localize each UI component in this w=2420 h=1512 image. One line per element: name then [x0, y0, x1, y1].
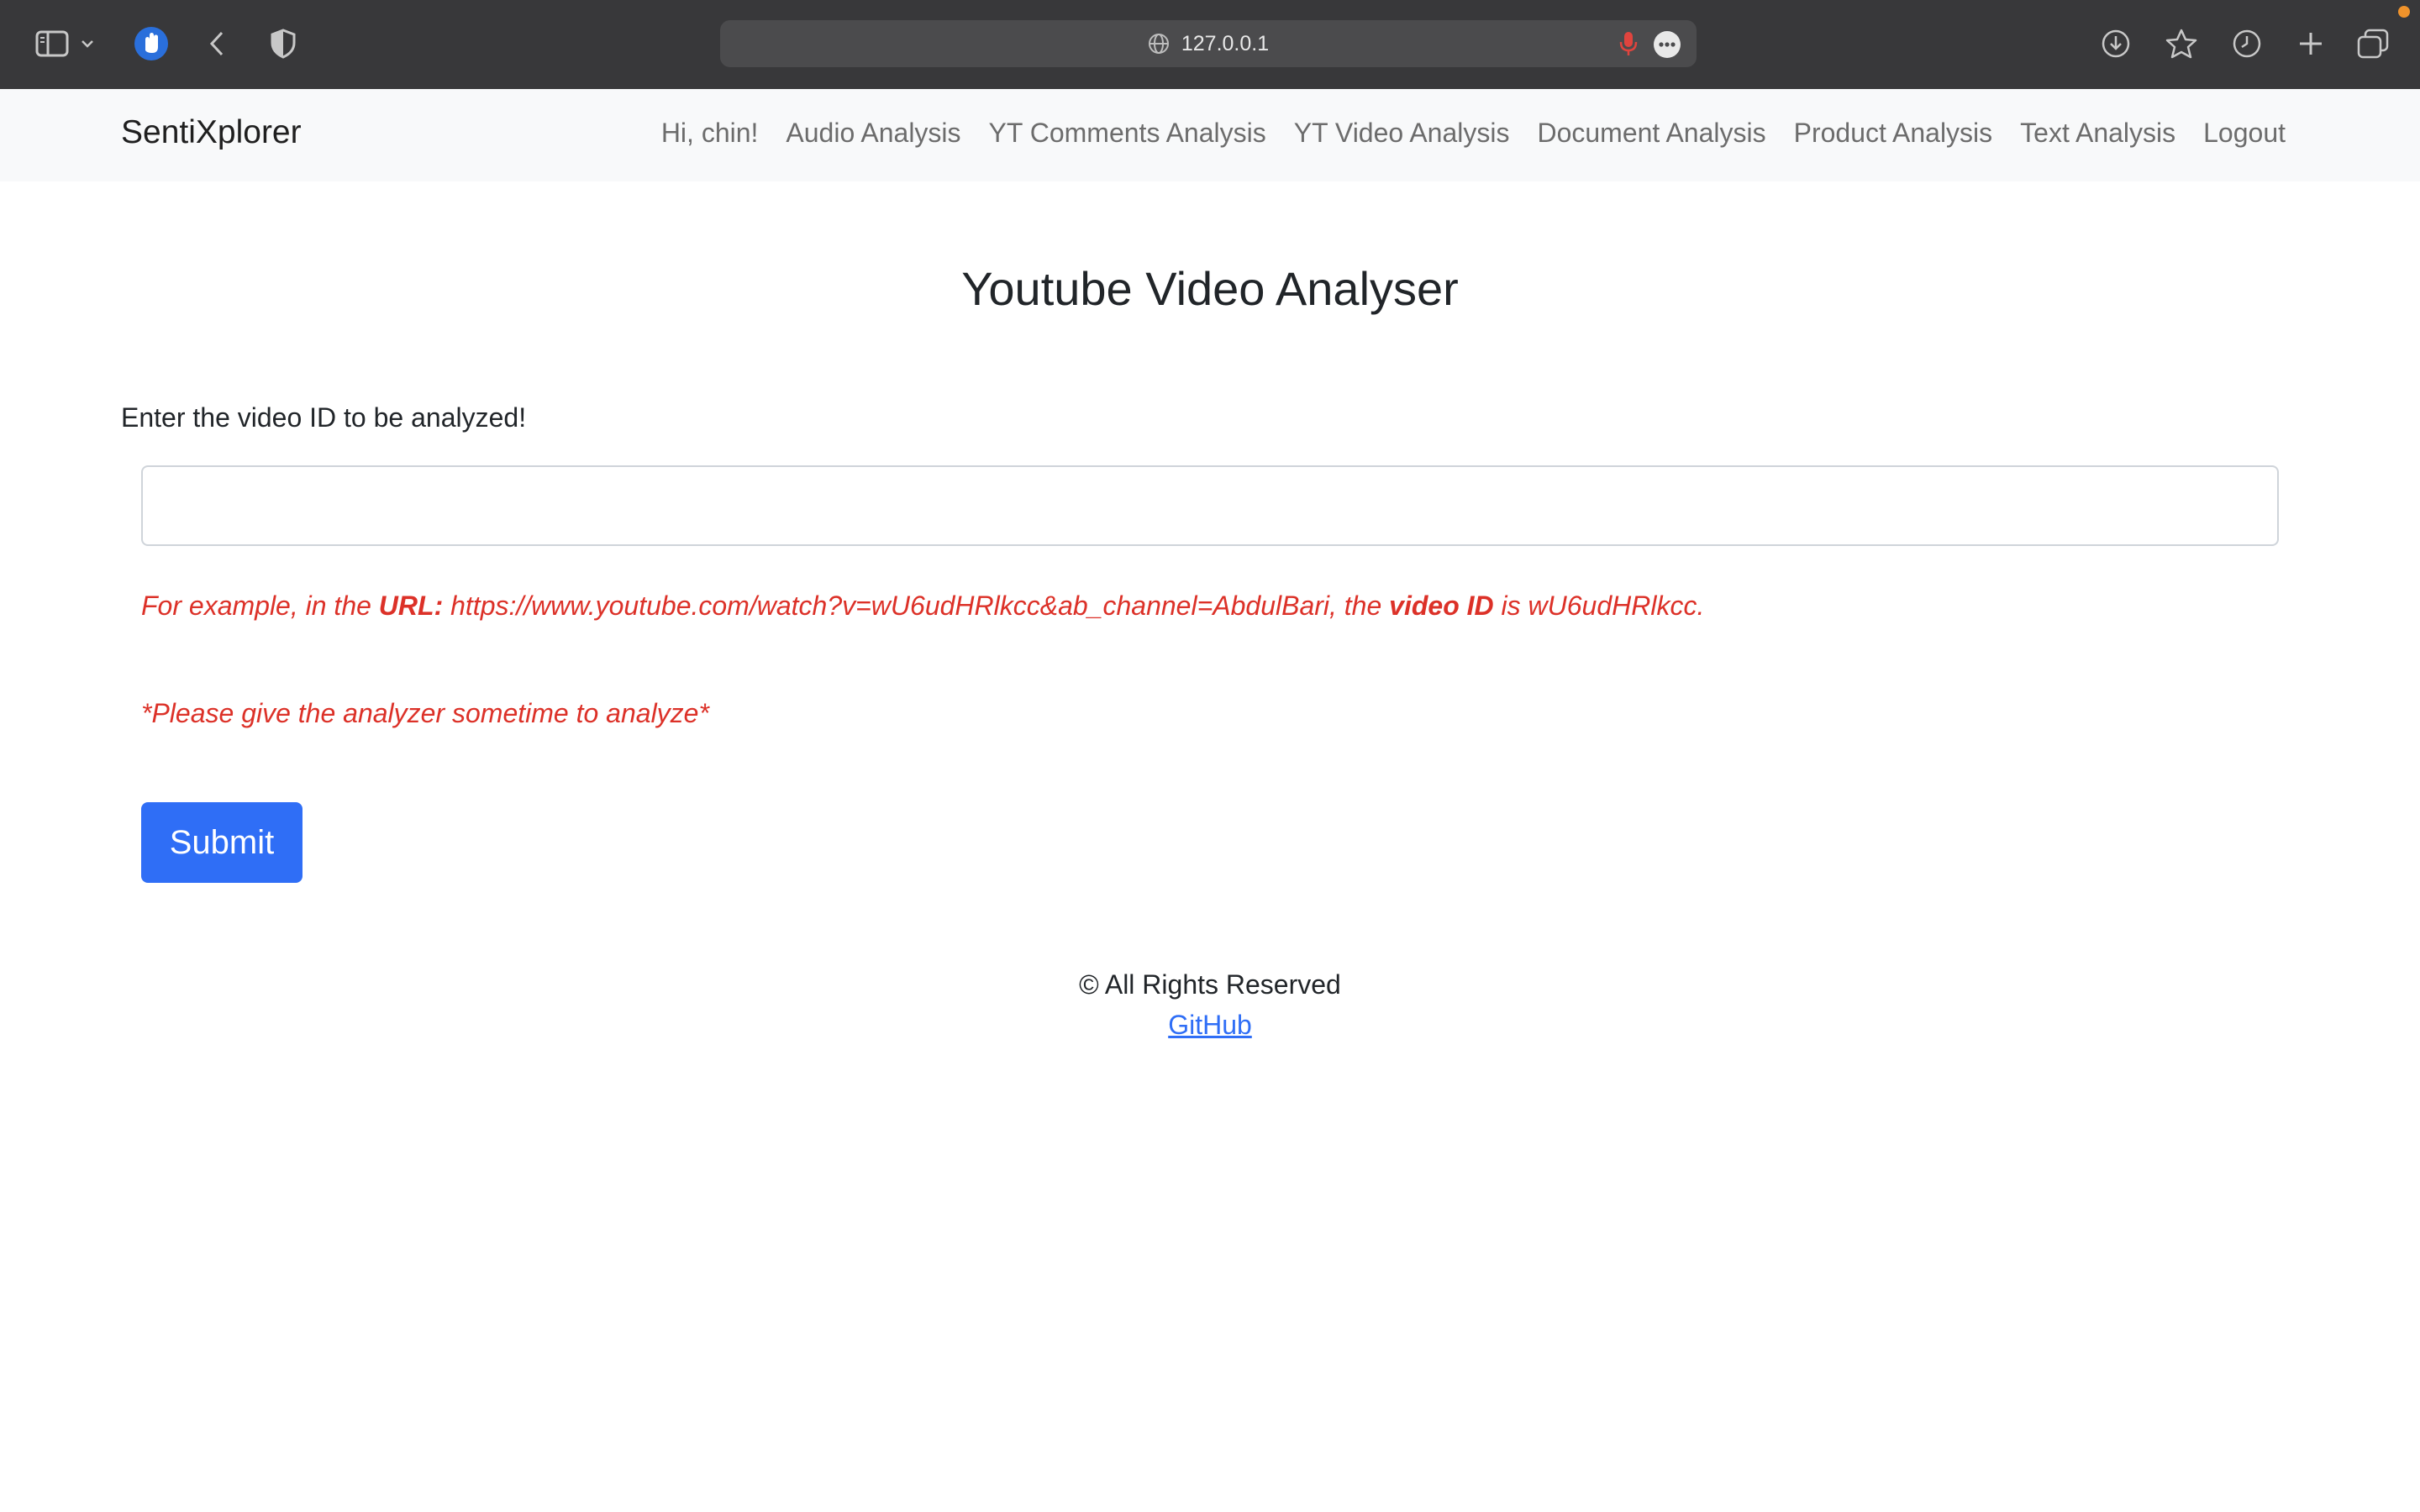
nav-audio-analysis[interactable]: Audio Analysis: [786, 117, 960, 149]
example-id-text: is wU6udHRlkcc.: [1493, 591, 1705, 621]
site-navbar: SentiXplorer Hi, chin! Audio Analysis YT…: [0, 89, 2420, 181]
video-id-label: Enter the video ID to be analyzed!: [121, 402, 527, 433]
new-tab-plus-icon[interactable]: [2284, 17, 2338, 71]
brand-logo[interactable]: SentiXplorer: [121, 113, 302, 153]
history-clock-icon[interactable]: [2220, 17, 2274, 71]
back-arrow-icon[interactable]: [190, 17, 244, 71]
download-icon[interactable]: [2089, 17, 2143, 71]
extension-hand-icon[interactable]: [124, 17, 178, 71]
example-url: https://www.youtube.com/watch?v=wU6udHRl…: [443, 591, 1390, 621]
page-title: Youtube Video Analyser: [961, 262, 1459, 315]
chevron-down-icon[interactable]: [71, 17, 104, 71]
example-url-label: URL:: [378, 591, 444, 621]
address-bar[interactable]: 127.0.0.1: [720, 20, 1697, 67]
notification-dot: [2398, 6, 2410, 18]
nav-logout[interactable]: Logout: [2203, 117, 2286, 149]
star-icon[interactable]: [2154, 17, 2208, 71]
nav-document-analysis[interactable]: Document Analysis: [1537, 117, 1765, 149]
url-text: 127.0.0.1: [1181, 31, 1270, 55]
wait-note: *Please give the analyzer sometime to an…: [141, 698, 709, 728]
nav-yt-comments-analysis[interactable]: YT Comments Analysis: [989, 117, 1266, 149]
submit-button[interactable]: Submit: [141, 802, 302, 883]
example-id-label: video ID: [1389, 591, 1494, 621]
nav-product-analysis[interactable]: Product Analysis: [1794, 117, 1993, 149]
nav-links: Hi, chin! Audio Analysis YT Comments Ana…: [661, 117, 2286, 149]
browser-toolbar: 127.0.0.1: [0, 0, 2420, 89]
microphone-icon[interactable]: [1619, 30, 1638, 61]
nav-text-analysis[interactable]: Text Analysis: [2020, 117, 2175, 149]
github-link[interactable]: GitHub: [1168, 1010, 1252, 1040]
video-id-input[interactable]: [141, 465, 2279, 546]
tab-overview-icon[interactable]: [2346, 17, 2400, 71]
nav-yt-video-analysis[interactable]: YT Video Analysis: [1294, 117, 1510, 149]
example-prefix: For example, in the: [141, 591, 379, 621]
footer: © All Rights Reserved GitHub: [0, 964, 2420, 1045]
more-options-icon[interactable]: [1653, 30, 1681, 63]
example-hint: For example, in the URL: https://www.you…: [141, 590, 1704, 622]
nav-greeting[interactable]: Hi, chin!: [661, 117, 759, 149]
shield-icon[interactable]: [256, 17, 310, 71]
globe-icon: [1148, 34, 1169, 54]
copyright-text: © All Rights Reserved: [1079, 969, 1341, 1000]
